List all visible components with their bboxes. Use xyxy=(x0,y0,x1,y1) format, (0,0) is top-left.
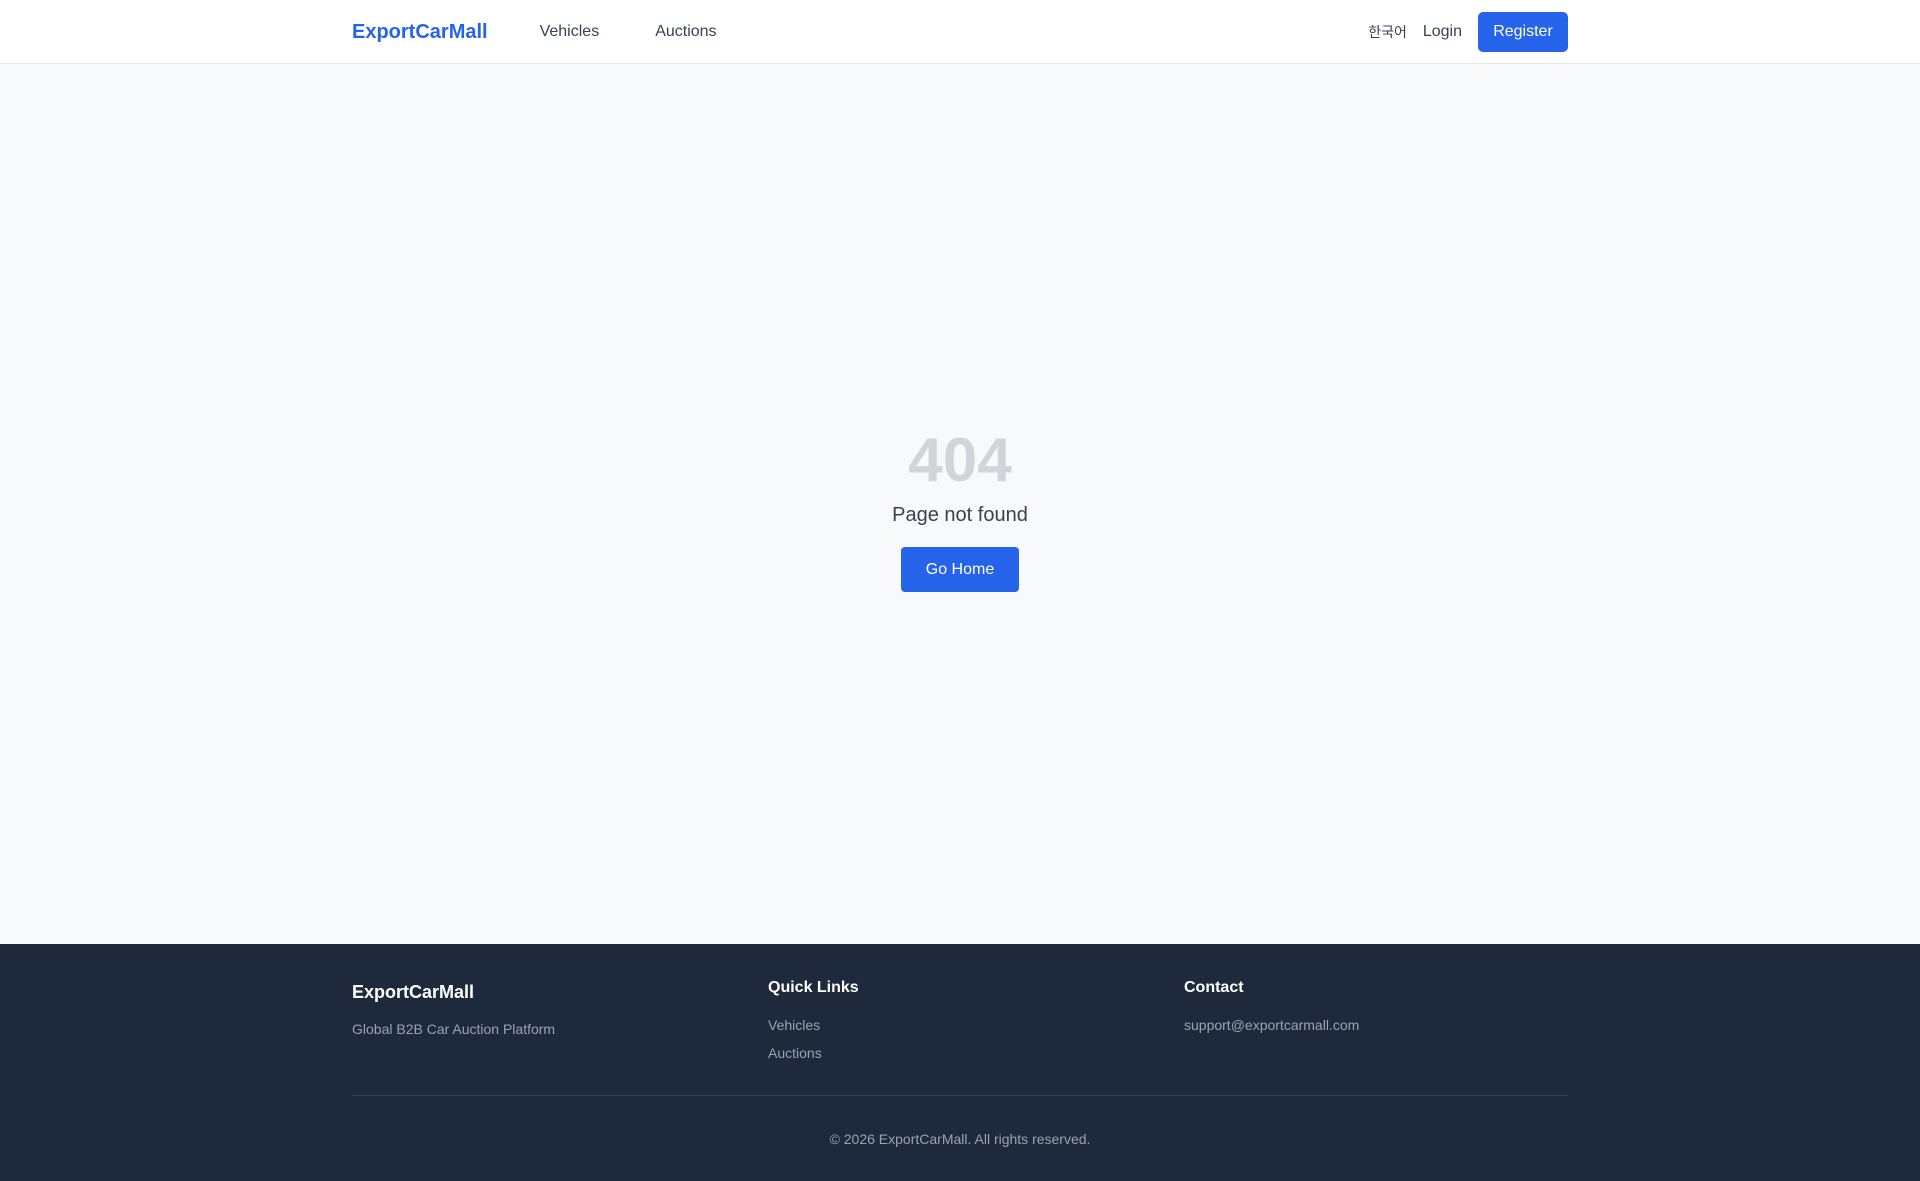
footer-brand-column: ExportCarMall Global B2B Car Auction Pla… xyxy=(352,979,555,1037)
copyright-text: © 2026 ExportCarMall. All rights reserve… xyxy=(829,1131,1091,1147)
navbar-container: ExportCarMall Vehicles Auctions 한국어 Logi… xyxy=(352,0,1568,64)
error-code: 404 xyxy=(908,426,1012,495)
login-link[interactable]: Login xyxy=(1423,23,1462,41)
navbar-actions: 한국어 Login Register xyxy=(1368,12,1568,52)
register-button[interactable]: Register xyxy=(1478,12,1568,52)
footer-brand: ExportCarMall xyxy=(352,982,475,1002)
quick-links-heading: Quick Links xyxy=(768,979,859,996)
go-home-button[interactable]: Go Home xyxy=(901,547,1019,592)
footer-container: ExportCarMall Global B2B Car Auction Pla… xyxy=(352,944,1568,1181)
footer-divider xyxy=(352,1095,1568,1096)
footer-contact-column: Contact support@exportcarmall.com xyxy=(1184,979,1359,1033)
language-switch[interactable]: 한국어 xyxy=(1368,22,1407,42)
contact-heading: Contact xyxy=(1184,979,1244,996)
top-navbar: ExportCarMall Vehicles Auctions 한국어 Logi… xyxy=(0,0,1920,64)
not-found-section: 404 Page not found Go Home xyxy=(0,425,1920,592)
footer-quick-links-column: Quick Links Vehicles Auctions xyxy=(768,979,859,1061)
nav-link-vehicles[interactable]: Vehicles xyxy=(540,23,600,41)
contact-email-link[interactable]: support@exportcarmall.com xyxy=(1184,1017,1359,1033)
footer-link-auctions[interactable]: Auctions xyxy=(768,1045,859,1061)
footer-tagline: Global B2B Car Auction Platform xyxy=(352,1021,556,1037)
error-message: Page not found xyxy=(892,504,1028,526)
nav-link-auctions[interactable]: Auctions xyxy=(655,23,716,41)
site-footer: ExportCarMall Global B2B Car Auction Pla… xyxy=(0,944,1920,1181)
brand-logo-link[interactable]: ExportCarMall xyxy=(352,21,488,44)
main-content: 404 Page not found Go Home xyxy=(0,65,1920,944)
footer-link-vehicles[interactable]: Vehicles xyxy=(768,1017,859,1033)
